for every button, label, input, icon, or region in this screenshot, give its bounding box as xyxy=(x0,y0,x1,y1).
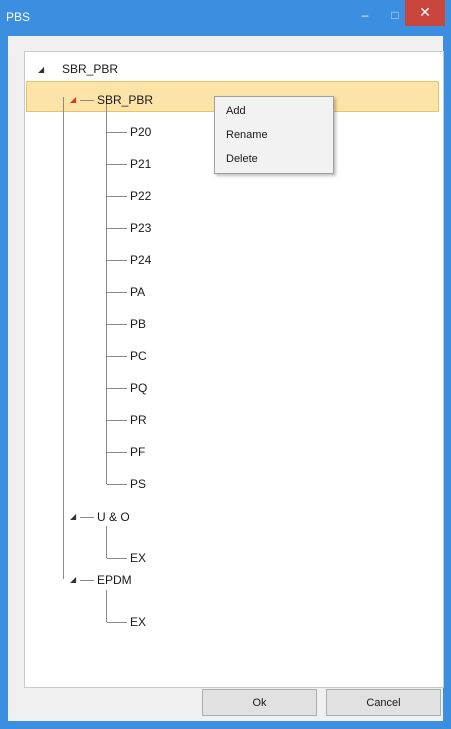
tree-node-leaf[interactable]: PS xyxy=(130,475,146,493)
tree-node-leaf[interactable]: EX xyxy=(130,549,146,567)
tree-connector-line xyxy=(63,97,64,579)
tree-connector-line xyxy=(107,196,127,197)
tree-connector-line xyxy=(106,526,107,558)
tree-node-leaf[interactable]: P20 xyxy=(130,123,151,141)
tree-expander-icon[interactable]: ◢ xyxy=(70,513,76,521)
menu-item-delete[interactable]: Delete xyxy=(215,148,333,170)
tree-connector-line xyxy=(80,100,94,101)
tree-node-group[interactable]: EPDM xyxy=(97,571,132,589)
tree-connector-line xyxy=(107,260,127,261)
tree-node-leaf[interactable]: P21 xyxy=(130,155,151,173)
tree-node-leaf[interactable]: P23 xyxy=(130,219,151,237)
tree-connector-line xyxy=(80,517,94,518)
menu-item-rename[interactable]: Rename xyxy=(215,124,333,146)
tree-node-group[interactable]: SBR_PBR xyxy=(97,91,153,109)
tree-node-leaf[interactable]: P24 xyxy=(130,251,151,269)
context-menu: Add Rename Delete xyxy=(214,96,334,174)
tree-connector-line xyxy=(107,228,127,229)
tree-connector-line xyxy=(107,484,127,485)
tree-connector-line xyxy=(107,388,127,389)
tree-node-root[interactable]: SBR_PBR xyxy=(62,60,118,78)
tree-connector-line xyxy=(107,420,127,421)
tree-connector-line xyxy=(107,356,127,357)
tree-node-leaf[interactable]: P22 xyxy=(130,187,151,205)
tree-node-leaf[interactable]: EX xyxy=(130,613,146,631)
tree-connector-line xyxy=(80,580,94,581)
title-bar[interactable]: PBS – □ ✕ xyxy=(0,0,451,36)
window-title: PBS xyxy=(6,10,31,24)
tree-node-leaf[interactable]: PQ xyxy=(130,379,147,397)
tree-node-leaf[interactable]: PA xyxy=(130,283,145,301)
tree-connector-line xyxy=(107,452,127,453)
tree-connector-line xyxy=(106,104,107,484)
tree-connector-line xyxy=(107,132,127,133)
tree-expander-icon[interactable]: ◢ xyxy=(38,66,44,74)
menu-item-add[interactable]: Add xyxy=(215,100,333,122)
tree-node-leaf[interactable]: PF xyxy=(130,443,145,461)
tree-connector-line xyxy=(107,324,127,325)
tree-connector-line xyxy=(106,590,107,622)
tree-connector-line xyxy=(107,558,127,559)
tree-expander-icon[interactable]: ◢ xyxy=(70,576,76,584)
tree-connector-line xyxy=(107,292,127,293)
tree-expander-icon[interactable]: ◢ xyxy=(70,96,76,104)
cancel-button[interactable]: Cancel xyxy=(326,689,441,716)
tree-node-leaf[interactable]: PR xyxy=(130,411,147,429)
tree-connector-line xyxy=(107,164,127,165)
tree-connector-line xyxy=(107,622,127,623)
close-icon[interactable]: ✕ xyxy=(405,0,445,26)
tree-node-leaf[interactable]: PC xyxy=(130,347,147,365)
minimize-icon[interactable]: – xyxy=(352,4,378,30)
ok-button[interactable]: Ok xyxy=(202,689,317,716)
tree-node-leaf[interactable]: PB xyxy=(130,315,146,333)
tree-node-group[interactable]: U & O xyxy=(97,508,130,526)
